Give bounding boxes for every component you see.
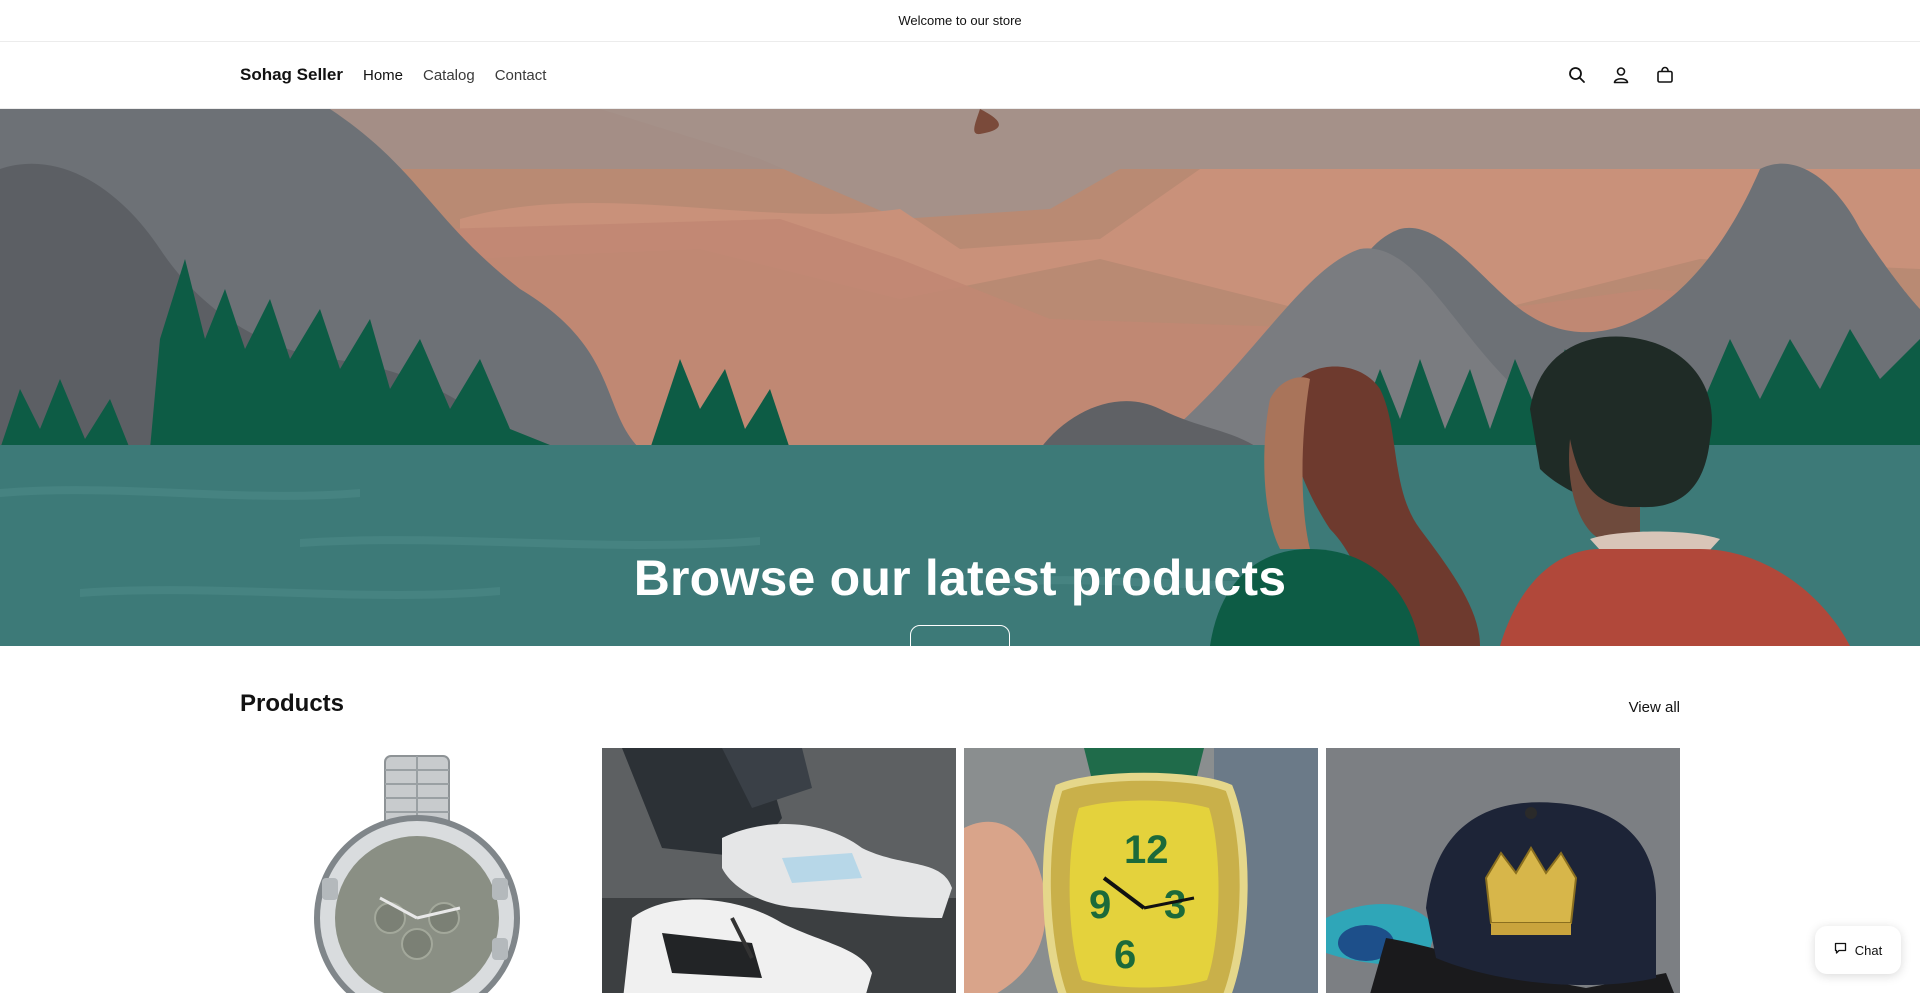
silver-watch-image [240, 748, 594, 993]
chat-button[interactable]: Chat [1815, 926, 1901, 974]
site-header: Sohag Seller Home Catalog Contact [0, 42, 1920, 109]
announcement-text: Welcome to our store [898, 13, 1022, 28]
hero-banner: Browse our latest products Shop all [0, 109, 1920, 646]
shop-all-button[interactable]: Shop all [909, 625, 1011, 646]
product-card-gold-watch[interactable]: 12 3 6 9 [964, 748, 1318, 993]
nav-home[interactable]: Home [363, 67, 403, 84]
svg-text:6: 6 [1114, 933, 1136, 977]
announcement-bar: Welcome to our store [0, 0, 1920, 42]
main-nav: Home Catalog Contact [363, 67, 546, 84]
hero-title: Browse our latest products [633, 550, 1287, 606]
products-title: Products [240, 690, 345, 717]
svg-text:3: 3 [1164, 883, 1186, 927]
sneakers-image [602, 748, 956, 993]
search-icon[interactable] [1566, 64, 1588, 86]
cart-icon[interactable] [1654, 64, 1676, 86]
chat-bubble-icon [1834, 942, 1847, 958]
svg-text:12: 12 [1124, 828, 1169, 872]
gold-watch-image: 12 369 [964, 748, 1318, 993]
product-card-silver-watch[interactable] [240, 748, 594, 993]
chat-label: Chat [1854, 942, 1883, 958]
account-icon[interactable] [1610, 64, 1632, 86]
product-card-crown-cap[interactable] [1326, 748, 1680, 993]
svg-text:9: 9 [1089, 883, 1111, 927]
product-grid: 12 3 6 9 [240, 748, 1680, 993]
crown-cap-image [1326, 748, 1680, 993]
store-logo[interactable]: Sohag Seller [240, 65, 343, 85]
nav-catalog[interactable]: Catalog [423, 67, 475, 84]
nav-contact[interactable]: Contact [495, 67, 547, 84]
view-all-link[interactable]: View all [1629, 699, 1680, 716]
product-card-sneakers[interactable] [602, 748, 956, 993]
